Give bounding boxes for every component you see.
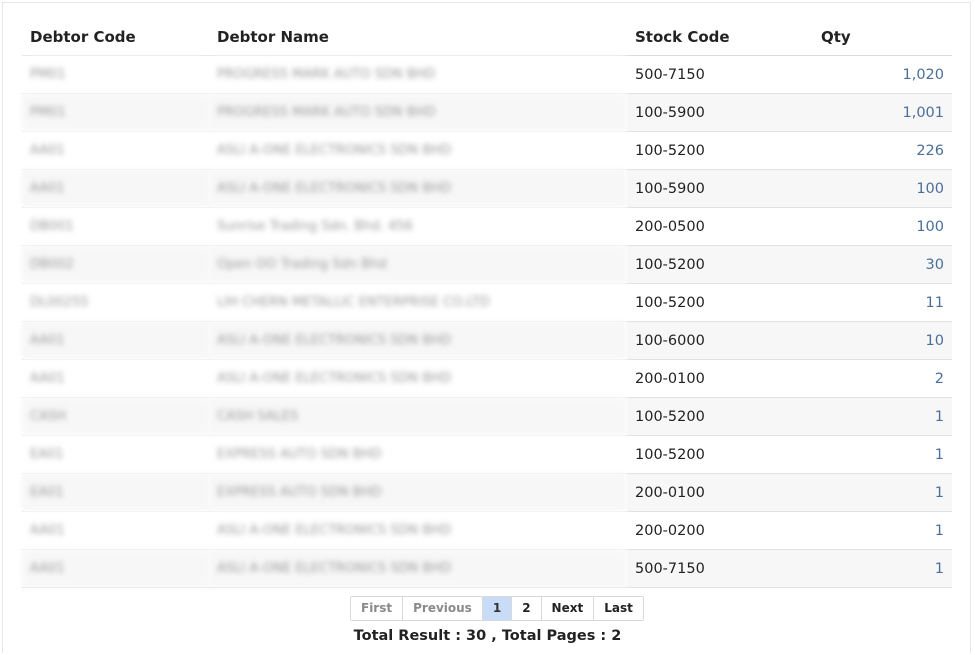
table-row[interactable]: AA01 ASLI A-ONE ELECTRONICS SDN BHD 100-59… [22,169,952,208]
cell-stock-code: 200-0100 [627,359,813,398]
table-row[interactable]: PM01 PROGRESS MARK AUTO SDN BHD 100-5900 1,… [22,93,952,132]
cell-debtor-code: DB002 [22,245,209,284]
cell-debtor-code: PM01 [22,55,209,94]
cell-qty: 1 [813,473,952,512]
cell-debtor-code: AA01 [22,169,209,208]
table-row[interactable]: EA01 EXPRESS AUTO SDN BHD 100-5200 1 [22,435,952,474]
table-body: PM01 PROGRESS MARK AUTO SDN BHD 500-7150 1,… [22,55,952,588]
cell-debtor-code: DL00255 [22,283,209,322]
cell-debtor-name: ASLI A-ONE ELECTRONICS SDN BHD [209,359,627,398]
cell-qty: 30 [813,245,952,284]
cell-debtor-code: AA01 [22,131,209,170]
cell-qty: 1 [813,435,952,474]
table-row[interactable]: EA01 EXPRESS AUTO SDN BHD 200-0100 1 [22,473,952,512]
cell-debtor-name: ASLI A-ONE ELECTRONICS SDN BHD [209,131,627,170]
column-header-debtor-name[interactable]: Debtor Name [209,18,627,56]
next-page-button[interactable]: Next [541,597,595,620]
cell-debtor-name: EXPRESS AUTO SDN BHD [209,435,627,474]
cell-stock-code: 200-0500 [627,207,813,246]
cell-qty: 1,001 [813,93,952,132]
last-page-button[interactable]: Last [594,597,643,620]
table-header-row: Debtor Code Debtor Name Stock Code Qty [22,18,952,56]
cell-stock-code: 500-7150 [627,55,813,94]
table-row[interactable]: AA01 ASLI A-ONE ELECTRONICS SDN BHD 200-01… [22,359,952,398]
cell-debtor-name: ASLI A-ONE ELECTRONICS SDN BHD [209,169,627,208]
cell-debtor-name: EXPRESS AUTO SDN BHD [209,473,627,512]
cell-stock-code: 500-7150 [627,549,813,588]
sales-table: Debtor Code Debtor Name Stock Code Qty P… [22,18,952,588]
table-row[interactable]: PM01 PROGRESS MARK AUTO SDN BHD 500-7150 1,… [22,55,952,94]
cell-stock-code: 100-5900 [627,169,813,208]
column-header-debtor-code[interactable]: Debtor Code [22,18,209,56]
cell-qty: 100 [813,169,952,208]
cell-debtor-code: EA01 [22,435,209,474]
cell-stock-code: 200-0200 [627,511,813,550]
cell-debtor-name: Sunrise Trading Sdn. Bhd. 456 [209,207,627,246]
page-1-button[interactable]: 1 [482,597,513,620]
cell-debtor-code: AA01 [22,321,209,360]
previous-page-button[interactable]: Previous [403,597,483,620]
cell-debtor-name: CASH SALES [209,397,627,436]
cell-qty: 100 [813,207,952,246]
table-row[interactable]: DB001 Sunrise Trading Sdn. Bhd. 456 200-05… [22,207,952,246]
cell-debtor-code: AA01 [22,511,209,550]
cell-stock-code: 100-5200 [627,283,813,322]
cell-debtor-name: ASLI A-ONE ELECTRONICS SDN BHD [209,549,627,588]
cell-debtor-name: PROGRESS MARK AUTO SDN BHD [209,55,627,94]
table-row[interactable]: DL00255 LIH CHERN METALLIC ENTERPRISE CO.… [22,283,952,322]
table-row[interactable]: AA01 ASLI A-ONE ELECTRONICS SDN BHD 100-60… [22,321,952,360]
table-row[interactable]: DB002 Open OO Trading Sdn Bhd 100-5200 30 [22,245,952,284]
page-2-button[interactable]: 2 [512,597,542,620]
first-page-button[interactable]: First [351,597,404,620]
cell-debtor-code: AA01 [22,359,209,398]
cell-qty: 2 [813,359,952,398]
cell-stock-code: 100-5200 [627,397,813,436]
cell-debtor-name: Open OO Trading Sdn Bhd [209,245,627,284]
cell-stock-code: 100-5200 [627,435,813,474]
column-header-stock-code[interactable]: Stock Code [627,18,813,56]
table-row[interactable]: AA01 ASLI A-ONE ELECTRONICS SDN BHD 500-71… [22,549,952,588]
cell-qty: 1,020 [813,55,952,94]
column-header-qty[interactable]: Qty [813,18,952,56]
cell-debtor-code: PM01 [22,93,209,132]
cell-qty: 1 [813,397,952,436]
cell-qty: 10 [813,321,952,360]
cell-qty: 1 [813,511,952,550]
pagination: First Previous 1 2 Next Last [350,596,644,621]
table-row[interactable]: AA01 ASLI A-ONE ELECTRONICS SDN BHD 200-02… [22,511,952,550]
total-summary: Total Result : 30 , Total Pages : 2 [353,628,622,644]
cell-debtor-code: CASH [22,397,209,436]
cell-debtor-code: AA01 [22,549,209,588]
cell-qty: 226 [813,131,952,170]
cell-stock-code: 100-5200 [627,131,813,170]
cell-stock-code: 100-6000 [627,321,813,360]
cell-debtor-code: DB001 [22,207,209,246]
cell-qty: 11 [813,283,952,322]
cell-debtor-name: PROGRESS MARK AUTO SDN BHD [209,93,627,132]
table-row[interactable]: AA01 ASLI A-ONE ELECTRONICS SDN BHD 100-52… [22,131,952,170]
cell-qty: 1 [813,549,952,588]
cell-stock-code: 100-5200 [627,245,813,284]
cell-stock-code: 100-5900 [627,93,813,132]
cell-debtor-name: ASLI A-ONE ELECTRONICS SDN BHD [209,321,627,360]
cell-debtor-code: EA01 [22,473,209,512]
cell-stock-code: 200-0100 [627,473,813,512]
cell-debtor-name: LIH CHERN METALLIC ENTERPRISE CO.LTD [209,283,627,322]
cell-debtor-name: ASLI A-ONE ELECTRONICS SDN BHD [209,511,627,550]
table-row[interactable]: CASH CASH SALES 100-5200 1 [22,397,952,436]
